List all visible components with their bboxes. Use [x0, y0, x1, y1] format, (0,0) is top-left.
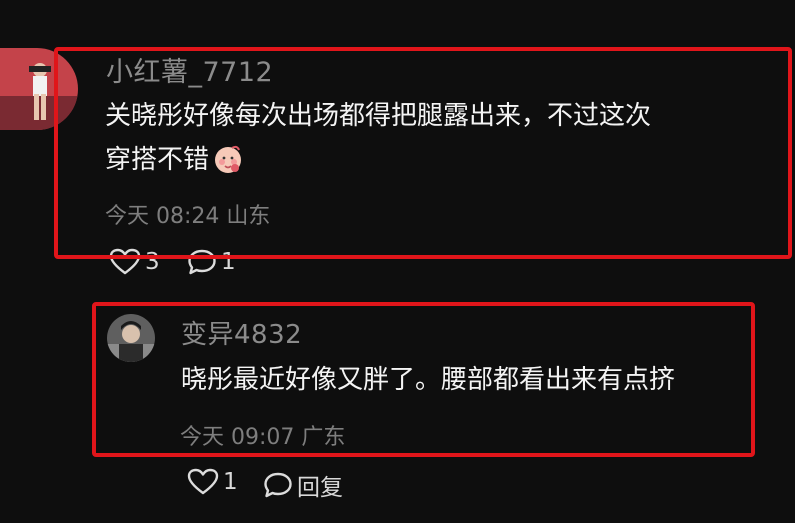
reply-reply-label: 回复 [297, 475, 343, 501]
speech-bubble-icon [187, 248, 217, 276]
replier-username[interactable]: 变异4832 [181, 314, 302, 351]
comment-like-count: 3 [145, 249, 160, 275]
comment-like-button[interactable]: 3 [109, 248, 160, 276]
heart-outline-icon [109, 248, 141, 276]
heart-outline-icon [187, 468, 219, 496]
reply-location: 广东 [301, 425, 346, 450]
commenter-username[interactable]: 小红薯_7712 [106, 50, 273, 89]
reply-meta: 今天 09:07 广东 [180, 419, 345, 451]
replier-avatar[interactable] [107, 314, 155, 362]
comment-thread: 小红薯_7712 关晓彤好像每次出场都得把腿露出来，不过这次 穿搭不错 今天 0… [0, 0, 795, 523]
commenter-avatar[interactable] [0, 48, 78, 130]
reply-text: 晓彤最近好像又胖了。腰部都看出来有点挤 [181, 365, 676, 395]
comment-text-line2-label: 穿搭不错 [105, 145, 210, 175]
comment-text-line1: 关晓彤好像每次出场都得把腿露出来，不过这次 [105, 101, 652, 131]
comment-location: 山东 [226, 204, 271, 229]
reply-like-button[interactable]: 1 [187, 468, 238, 496]
comment-text-line2: 穿搭不错 [105, 138, 243, 188]
comment-reply-count: 1 [221, 249, 236, 275]
comment-meta: 今天 08:24 山东 [105, 198, 270, 230]
comment-timestamp: 今天 08:24 [105, 204, 220, 229]
speech-bubble-icon [263, 471, 293, 499]
reply-timestamp: 今天 09:07 [180, 425, 295, 450]
baby-face-emoji-icon [213, 144, 243, 188]
reply-like-count: 1 [223, 469, 238, 495]
comment-reply-button[interactable]: 1 [187, 248, 236, 276]
reply-reply-button[interactable]: 回复 [263, 468, 343, 502]
